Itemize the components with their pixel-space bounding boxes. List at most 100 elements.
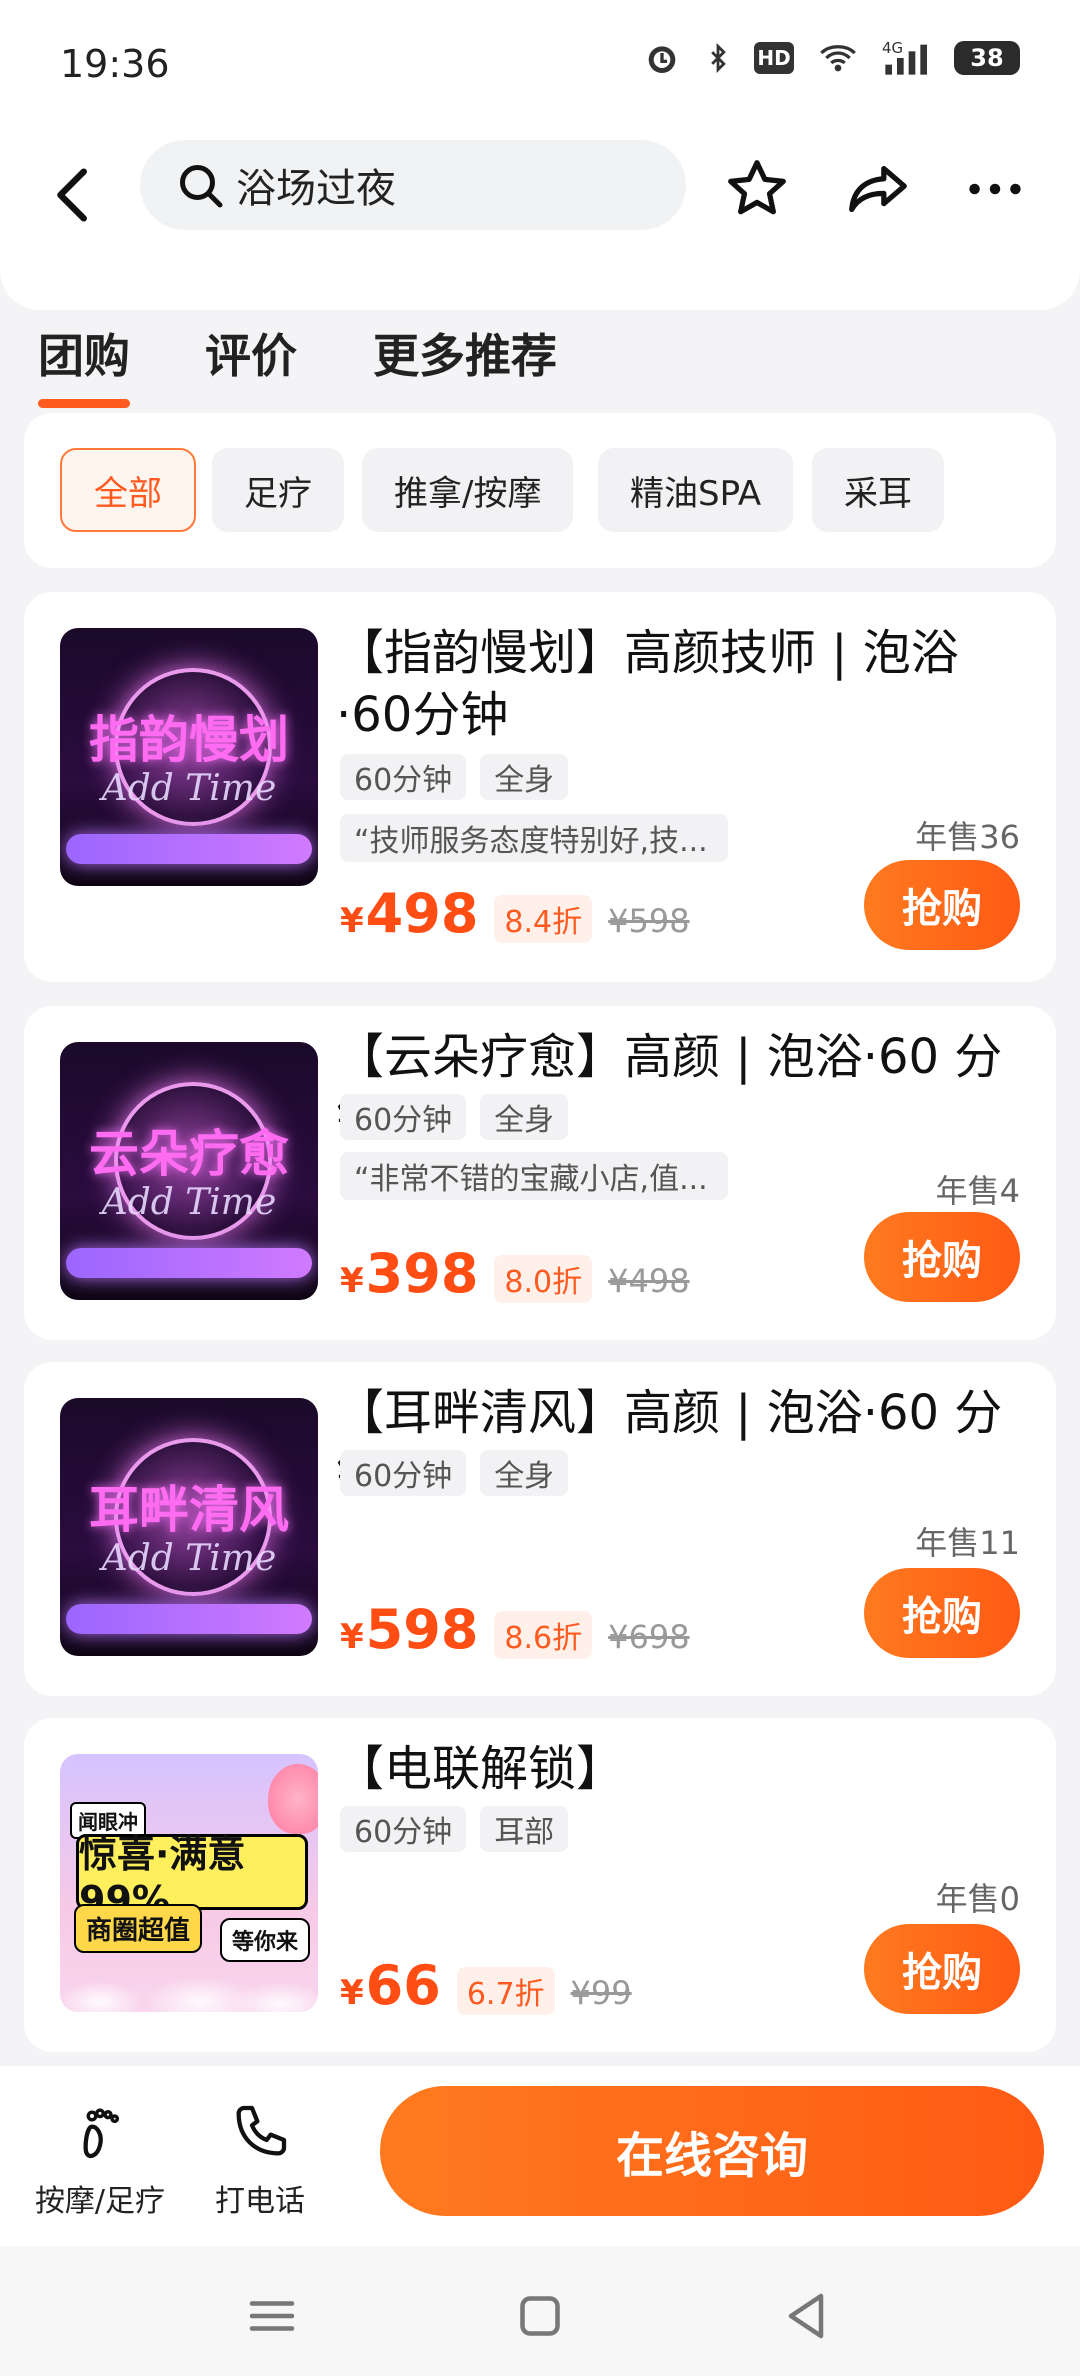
deal-sold-count: 年售11 — [915, 1524, 1020, 1562]
signal-4g-icon: 4G — [882, 38, 932, 78]
buy-button[interactable]: 抢购 — [864, 1924, 1020, 2014]
price-original: ¥99 — [570, 1974, 632, 2012]
thumb-badge: 惊喜·满意99% — [76, 1832, 308, 1922]
deal-sold-count: 年售0 — [935, 1880, 1020, 1918]
deal-tag: 耳部 — [480, 1806, 569, 1852]
star-icon — [728, 160, 786, 215]
thumb-subtitle: Add Time — [101, 768, 277, 809]
deal-card[interactable]: 耳畔清风 Add Time 【耳畔清风】高颜 | 泡浴·60 分钟 60分钟 全… — [24, 1362, 1056, 1696]
footprint-icon — [83, 2108, 120, 2159]
tab-group-buy[interactable]: 团购 — [38, 320, 130, 408]
price-discount: 8.0折 — [494, 1255, 593, 1303]
back-button[interactable] — [40, 160, 110, 230]
filter-card: 全部 足疗 推拿/按摩 精油SPA 采耳 — [24, 413, 1056, 568]
deal-tag: 60分钟 — [340, 754, 467, 800]
deal-card[interactable]: 云朵疗愈 Add Time 【云朵疗愈】高颜 | 泡浴·60 分钟 60分钟 全… — [24, 1006, 1056, 1340]
tab-more-recommend[interactable]: 更多推荐 — [373, 320, 557, 386]
bluetooth-icon — [704, 38, 732, 78]
filter-chip-massage[interactable]: 推拿/按摩 — [362, 448, 574, 532]
deal-price: ¥66 6.7折 ¥99 — [340, 1954, 632, 2017]
price-currency: ¥ — [340, 1617, 364, 1657]
filter-chip-ear[interactable]: 采耳 — [812, 448, 944, 532]
deal-tag: 全身 — [480, 754, 569, 800]
thumb-bar — [66, 834, 312, 864]
massage-foot-button[interactable]: 按摩/足疗 — [20, 2100, 180, 2220]
alarm-icon — [642, 38, 682, 78]
price-value: 398 — [365, 1242, 479, 1305]
more-icon — [969, 183, 1021, 195]
deal-review-quote: “技师服务态度特别好,技... — [340, 814, 728, 862]
battery-icon: 38 — [954, 38, 1020, 78]
deal-thumbnail: 云朵疗愈 Add Time — [60, 1042, 318, 1300]
deal-title: 【指韵慢划】高颜技师 | 泡浴·60分钟 — [336, 625, 959, 743]
share-icon — [849, 165, 907, 213]
thumb-subtitle: Add Time — [101, 1182, 277, 1223]
cloud-decoration — [60, 1932, 318, 2012]
deal-thumbnail: 指韵慢划 Add Time — [60, 628, 318, 886]
price-value: 498 — [365, 882, 479, 945]
price-currency: ¥ — [340, 1261, 364, 1301]
back-nav-icon[interactable] — [776, 2286, 836, 2346]
filter-chip-all[interactable]: 全部 — [60, 448, 196, 532]
price-currency: ¥ — [340, 901, 364, 941]
deal-sold-count: 年售4 — [935, 1172, 1020, 1210]
deal-thumbnail: 闻眼冲 惊喜·满意99% 商圈超值 等你来 — [60, 1754, 318, 2012]
menu-icon[interactable] — [242, 2286, 302, 2346]
filter-chip-foot[interactable]: 足疗 — [212, 448, 344, 532]
deal-review-quote: “非常不错的宝藏小店,值... — [340, 1152, 728, 1200]
deal-tags: 60分钟 全身 — [340, 754, 569, 800]
more-button[interactable] — [960, 154, 1030, 224]
status-icons: HD 4G 38 — [642, 38, 1020, 78]
hd-icon: HD — [754, 38, 794, 78]
deal-tags: 60分钟 耳部 — [340, 1806, 569, 1852]
deal-tag: 60分钟 — [340, 1806, 467, 1852]
deal-price: ¥398 8.0折 ¥498 — [340, 1242, 690, 1305]
price-original: ¥698 — [608, 1618, 690, 1656]
deal-card[interactable]: 指韵慢划 Add Time 【指韵慢划】高颜技师 | 泡浴·60分钟 60分钟 … — [24, 592, 1056, 982]
back-icon — [57, 168, 87, 222]
price-discount: 8.4折 — [494, 895, 593, 943]
buy-button[interactable]: 抢购 — [864, 1568, 1020, 1658]
buy-button[interactable]: 抢购 — [864, 1212, 1020, 1302]
deal-price: ¥598 8.6折 ¥698 — [340, 1598, 690, 1661]
thumb-bar — [66, 1604, 312, 1634]
thumb-subtitle: Add Time — [101, 1538, 277, 1579]
filter-chip-spa[interactable]: 精油SPA — [598, 448, 794, 532]
svg-text:4G: 4G — [882, 39, 903, 57]
deal-thumbnail: 耳畔清风 Add Time — [60, 1398, 318, 1656]
deal-tags: 60分钟 全身 — [340, 1450, 569, 1496]
deal-price: ¥498 8.4折 ¥598 — [340, 882, 690, 945]
home-icon[interactable] — [510, 2286, 570, 2346]
online-consult-button[interactable]: 在线咨询 — [380, 2086, 1044, 2216]
header-bottom — [0, 270, 1080, 310]
thumb-title: 指韵慢划 — [89, 711, 289, 769]
search-icon — [180, 165, 223, 208]
deal-tag: 全身 — [480, 1094, 569, 1140]
tab-reviews[interactable]: 评价 — [205, 320, 297, 386]
bottom-action-bar: 按摩/足疗 打电话 在线咨询 — [0, 2066, 1080, 2246]
deal-sold-count: 年售36 — [915, 818, 1020, 856]
price-discount: 8.6折 — [494, 1611, 593, 1659]
header: 浴场过夜 — [0, 120, 1080, 270]
call-button[interactable]: 打电话 — [180, 2100, 340, 2220]
price-discount: 6.7折 — [456, 1967, 555, 2015]
wifi-icon — [816, 38, 860, 78]
search-bar[interactable]: 浴场过夜 — [140, 140, 686, 230]
price-currency: ¥ — [340, 1973, 364, 2013]
status-time: 19:36 — [60, 42, 170, 86]
thumb-title: 云朵疗愈 — [89, 1125, 289, 1183]
deal-title: 【电联解锁】 — [336, 1741, 625, 1797]
deal-tags: 60分钟 全身 — [340, 1094, 569, 1140]
share-button[interactable] — [843, 154, 913, 224]
phone-icon — [236, 2105, 287, 2156]
price-original: ¥598 — [608, 902, 690, 940]
favorite-button[interactable] — [722, 154, 792, 224]
deal-tag: 60分钟 — [340, 1094, 467, 1140]
call-label: 打电话 — [215, 2184, 305, 2219]
price-value: 66 — [365, 1954, 441, 2017]
buy-button[interactable]: 抢购 — [864, 860, 1020, 950]
deal-tag: 全身 — [480, 1450, 569, 1496]
thumb-title: 耳畔清风 — [89, 1481, 289, 1539]
deal-card[interactable]: 闻眼冲 惊喜·满意99% 商圈超值 等你来 【电联解锁】 60分钟 耳部 年售0… — [24, 1718, 1056, 2052]
massage-foot-label: 按摩/足疗 — [34, 2184, 166, 2219]
